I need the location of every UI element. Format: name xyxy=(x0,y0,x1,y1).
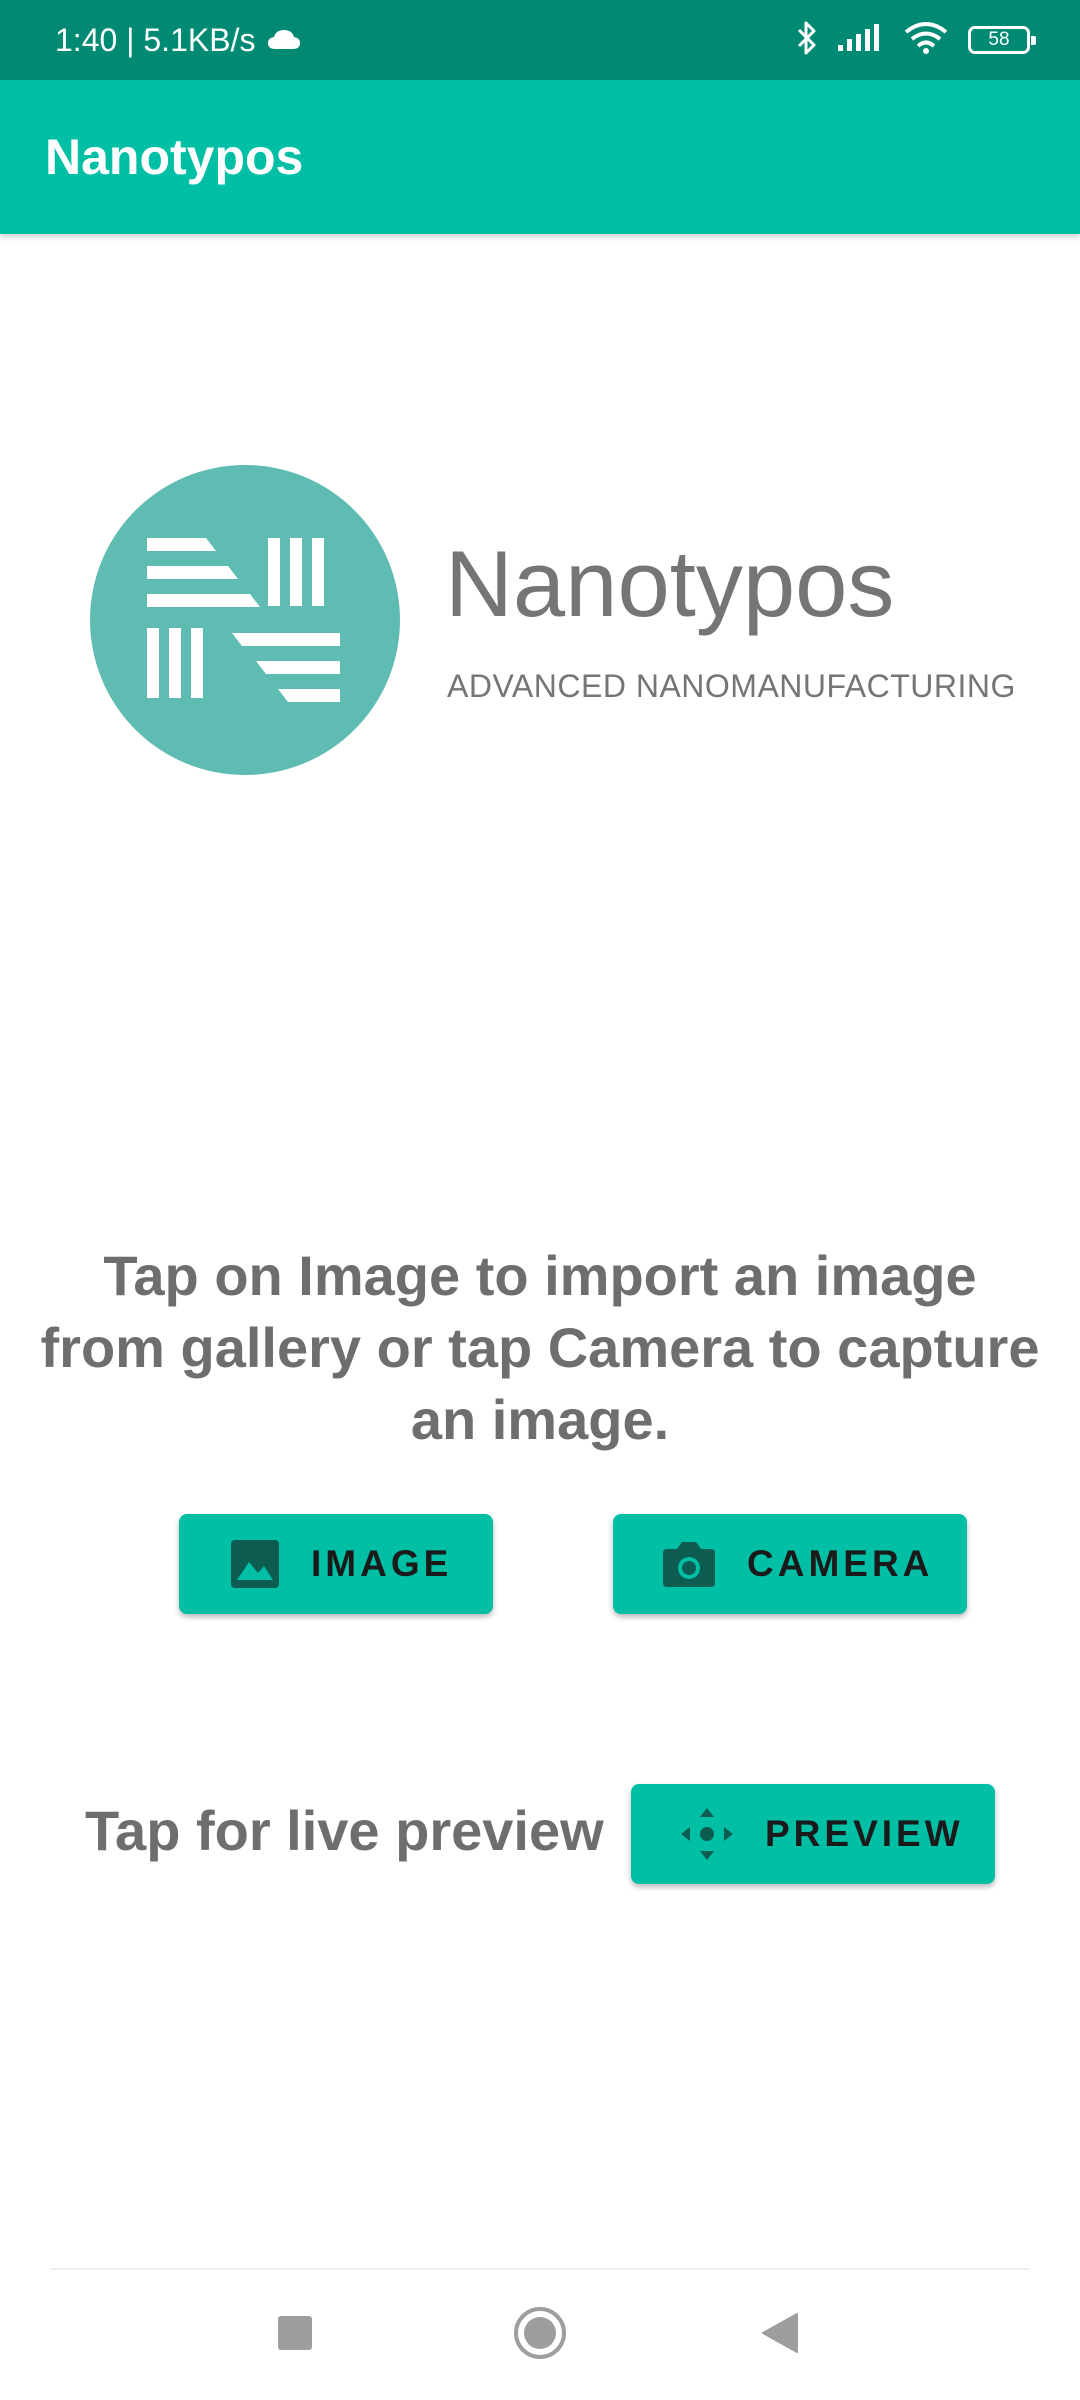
app-title: Nanotypos xyxy=(45,129,304,185)
app-bar: Nanotypos xyxy=(0,80,1080,234)
brand-name: Nanotypos xyxy=(445,531,895,636)
preview-button[interactable]: PREVIEW xyxy=(631,1784,995,1884)
move-icon xyxy=(679,1806,735,1862)
status-bar: 1:40 | 5.1KB/s 58 xyxy=(0,0,1080,80)
import-instruction: Tap on Image to import an image from gal… xyxy=(40,1244,1040,1451)
camera-icon xyxy=(661,1539,717,1589)
square-icon xyxy=(277,2315,313,2356)
camera-button[interactable]: CAMERA xyxy=(613,1514,967,1614)
nanotypos-logo-icon xyxy=(90,465,400,775)
triangle-back-icon xyxy=(761,2312,799,2359)
image-button[interactable]: IMAGE xyxy=(179,1514,493,1614)
cloud-icon xyxy=(267,22,301,59)
status-time: 1:40 | 5.1KB/s xyxy=(55,21,256,58)
live-preview-label: Tap for live preview xyxy=(85,1798,604,1862)
wifi-icon xyxy=(904,21,948,59)
image-button-label: IMAGE xyxy=(311,1543,453,1584)
image-icon xyxy=(229,1538,281,1590)
preview-button-label: PREVIEW xyxy=(765,1813,964,1854)
navigation-bar xyxy=(0,2270,1080,2400)
bluetooth-icon xyxy=(796,21,818,60)
circle-icon xyxy=(513,2306,567,2365)
recents-button[interactable] xyxy=(255,2270,335,2400)
back-button[interactable] xyxy=(740,2270,820,2400)
brand-tagline: ADVANCED NANOMANUFACTURING xyxy=(447,668,1016,704)
home-button[interactable] xyxy=(500,2270,580,2400)
signal-icon xyxy=(838,23,884,58)
battery-icon: 58 xyxy=(968,26,1036,54)
camera-button-label: CAMERA xyxy=(747,1543,934,1584)
battery-level: 58 xyxy=(988,29,1010,50)
